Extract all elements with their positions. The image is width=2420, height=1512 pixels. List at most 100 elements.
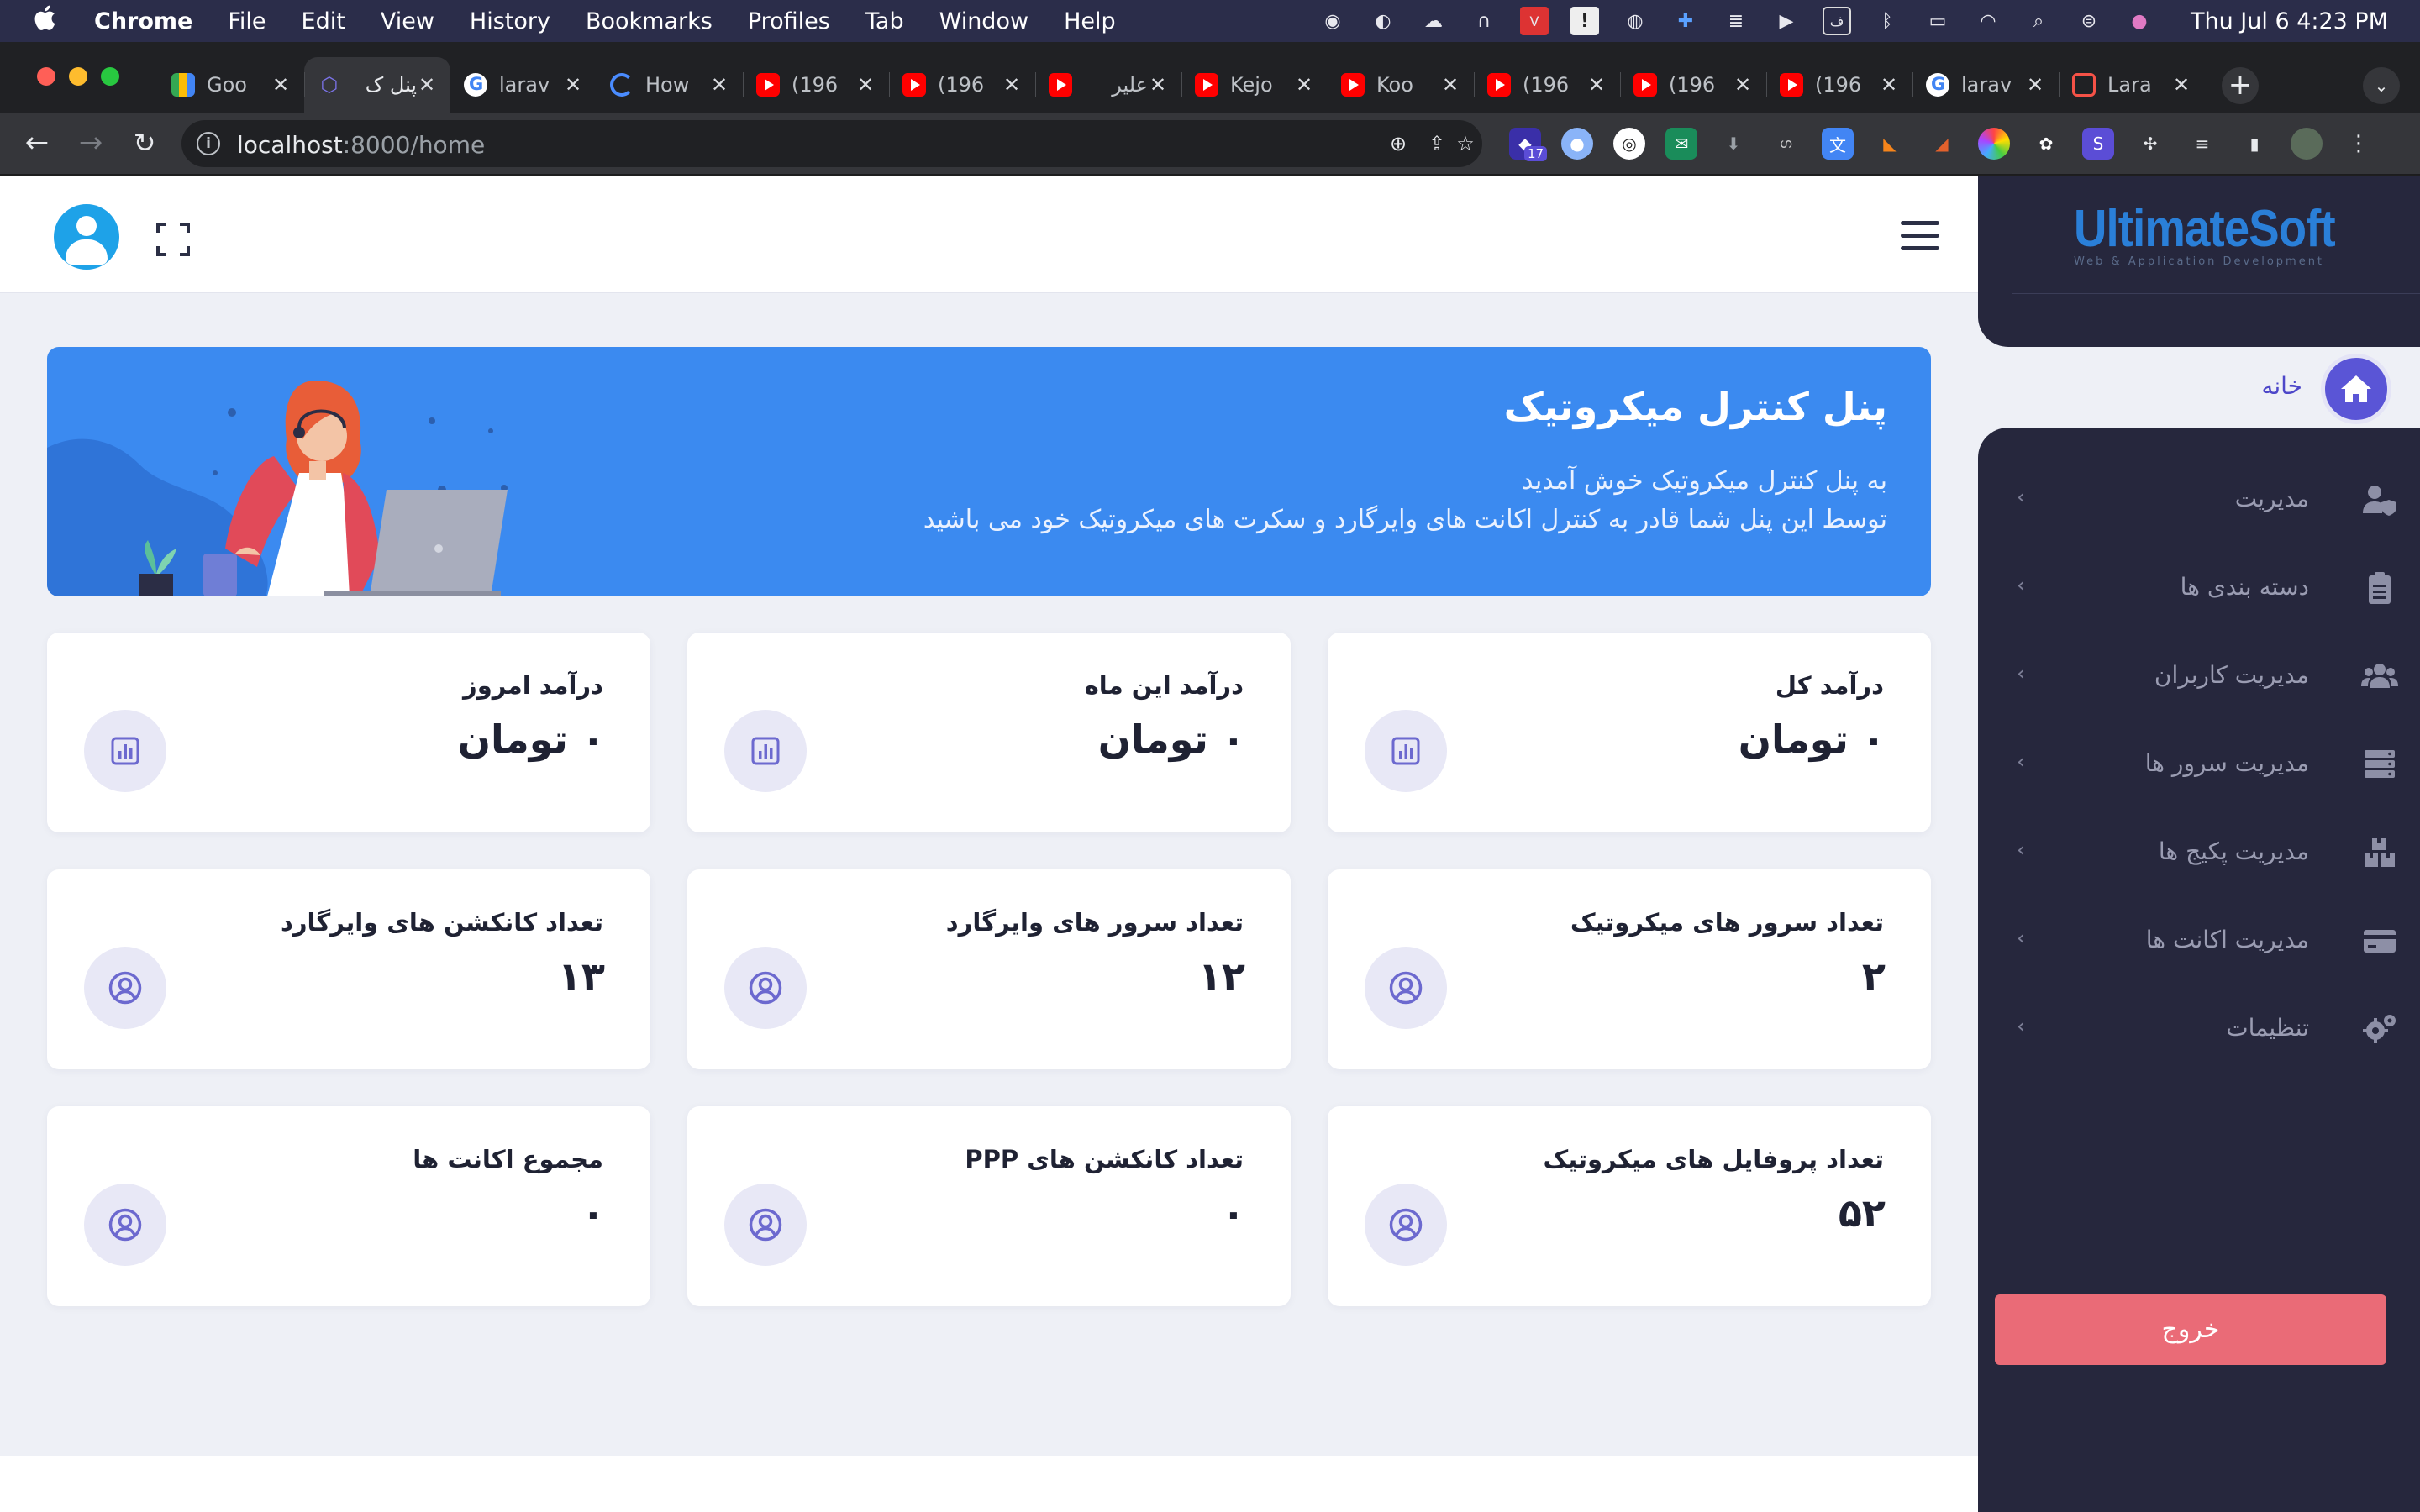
address-bar[interactable]: i localhost:8000/home ⊕ ⇪ ☆ (182, 120, 1482, 167)
menubar-help[interactable]: Help (1064, 8, 1116, 34)
tab-search-chevron-icon[interactable]: ⌄ (2363, 67, 2400, 104)
color-picker-icon[interactable] (1978, 128, 2010, 160)
tab-close-icon[interactable]: ✕ (1733, 73, 1753, 97)
extension-icon[interactable]: ◎ (1613, 128, 1645, 160)
browser-tab[interactable]: (196 ✕ (1766, 57, 1912, 113)
extension-icon[interactable]: S (2082, 128, 2114, 160)
reading-list-icon[interactable]: ≡ (2186, 128, 2218, 160)
download-icon[interactable]: ⬇ (1718, 128, 1749, 160)
tab-close-icon[interactable]: ✕ (1440, 73, 1460, 97)
control-center-icon[interactable]: ⊜ (2075, 7, 2103, 35)
menubar-edit[interactable]: Edit (302, 8, 345, 34)
storage-icon[interactable]: ≣ (1722, 7, 1750, 35)
side-panel-icon[interactable]: ▮ (2238, 128, 2270, 160)
tab-close-icon[interactable]: ✕ (1294, 73, 1314, 97)
browser-tab[interactable]: علیر ✕ (1035, 57, 1181, 113)
forward-arrow-icon[interactable]: → (72, 124, 109, 161)
user-avatar[interactable] (54, 204, 119, 270)
tab-close-icon[interactable]: ✕ (271, 73, 291, 97)
apple-logo-icon[interactable] (34, 5, 67, 37)
browser-tab[interactable]: larav ✕ (450, 57, 597, 113)
notification-badge-icon[interactable]: ◉ (1318, 7, 1347, 35)
reload-icon[interactable]: ↻ (126, 124, 163, 161)
sidebar-item-servers[interactable]: ‹ مدیریت سرور ها (1978, 739, 2420, 790)
extension-icon[interactable]: ◢ (1926, 128, 1958, 160)
shield-icon[interactable]: ◍ (1621, 7, 1649, 35)
sidebar-item-settings[interactable]: ‹ تنظیمات (1978, 1004, 2420, 1054)
alert-icon[interactable]: ! (1570, 7, 1599, 35)
menubar-history[interactable]: History (470, 8, 550, 34)
browser-tab-active[interactable]: ⬡ پنل ک ✕ (304, 57, 450, 113)
more-menu-icon[interactable]: ⋮ (2343, 128, 2375, 160)
browser-tab[interactable]: How ✕ (597, 57, 743, 113)
sidebar-item-management[interactable]: ‹ مدیریت (1978, 475, 2420, 525)
browser-tab[interactable]: larav ✕ (1912, 57, 2059, 113)
extension-icon[interactable]: ✿ (2030, 128, 2062, 160)
headphones-icon[interactable]: ∩ (1470, 7, 1498, 35)
browser-tab[interactable]: (196 ✕ (743, 57, 889, 113)
cloud-icon[interactable]: ☁ (1419, 7, 1448, 35)
menubar-profiles[interactable]: Profiles (748, 8, 830, 34)
browser-tab[interactable]: Lara ✕ (2059, 57, 2205, 113)
tab-close-icon[interactable]: ✕ (2171, 73, 2191, 97)
sidebar-item-packages[interactable]: ‹ مدیریت پکیج ها (1978, 827, 2420, 878)
share-icon[interactable]: ⇪ (1423, 130, 1450, 157)
tab-close-icon[interactable]: ✕ (1002, 73, 1022, 97)
logout-button[interactable]: خروج (1995, 1294, 2386, 1365)
site-info-icon[interactable]: i (197, 132, 220, 155)
extension-icon[interactable]: ഗ (1770, 128, 1802, 160)
wifi-icon[interactable]: ◠ (1974, 7, 2002, 35)
tab-close-icon[interactable]: ✕ (2025, 73, 2045, 97)
browser-tab[interactable]: Koo ✕ (1328, 57, 1474, 113)
search-icon[interactable]: ⌕ (2024, 7, 2053, 35)
menubar-bookmarks[interactable]: Bookmarks (586, 8, 713, 34)
siri-icon[interactable]: ● (2125, 7, 2154, 35)
vpn-icon[interactable]: V (1519, 7, 1549, 35)
window-close-button[interactable] (37, 67, 55, 86)
menubar-tab[interactable]: Tab (865, 8, 904, 34)
keyboard-input-icon[interactable]: ف (1822, 7, 1851, 35)
sidebar-item-categories[interactable]: ‹ دسته بندی ها (1978, 563, 2420, 613)
profile-avatar-icon[interactable] (2291, 128, 2323, 160)
browser-tab[interactable]: (196 ✕ (889, 57, 1035, 113)
tab-close-icon[interactable]: ✕ (417, 73, 437, 97)
back-arrow-icon[interactable]: ← (18, 124, 55, 161)
metamask-icon[interactable]: ◣ (1874, 128, 1906, 160)
menubar-view[interactable]: View (381, 8, 434, 34)
brand-logo[interactable]: UltimateSoft Web & Application Developme… (2074, 199, 2336, 268)
tab-close-icon[interactable]: ✕ (855, 73, 876, 97)
menubar-app-name[interactable]: Chrome (94, 8, 192, 34)
network-icon[interactable]: ✚ (1671, 7, 1700, 35)
zoom-icon[interactable]: ⊕ (1385, 130, 1412, 157)
menubar-file[interactable]: File (228, 8, 266, 34)
new-tab-button[interactable]: + (2222, 67, 2259, 104)
window-minimize-button[interactable] (69, 67, 87, 86)
browser-tab[interactable]: Kejo ✕ (1181, 57, 1328, 113)
tab-close-icon[interactable]: ✕ (1148, 73, 1168, 97)
tab-close-icon[interactable]: ✕ (563, 73, 583, 97)
tab-close-icon[interactable]: ✕ (709, 73, 729, 97)
fullscreen-icon[interactable] (156, 223, 190, 256)
window-zoom-button[interactable] (101, 67, 119, 86)
browser-tab[interactable]: Goo ✕ (158, 57, 304, 113)
extension-icon[interactable]: ✉ (1665, 128, 1697, 160)
battery-icon[interactable]: ▭ (1923, 7, 1952, 35)
menubar-clock[interactable]: Thu Jul 6 4:23 PM (2191, 8, 2388, 34)
url-text[interactable]: localhost:8000/home (237, 131, 485, 159)
extension-icon[interactable]: ● (1561, 128, 1593, 160)
half-circle-icon[interactable]: ◐ (1369, 7, 1397, 35)
translate-icon[interactable]: 文 (1822, 128, 1854, 160)
bookmark-star-icon[interactable]: ☆ (1452, 130, 1479, 157)
browser-tab[interactable]: (196 ✕ (1620, 57, 1766, 113)
sidebar-item-users[interactable]: ‹ مدیریت کاربران (1978, 651, 2420, 701)
sidebar-item-home[interactable]: خانه (1978, 347, 2420, 434)
tab-close-icon[interactable]: ✕ (1586, 73, 1607, 97)
puzzle-icon[interactable]: ✣ (2134, 128, 2166, 160)
tab-close-icon[interactable]: ✕ (1879, 73, 1899, 97)
browser-tab[interactable]: (196 ✕ (1474, 57, 1620, 113)
bluetooth-icon[interactable]: ᛒ (1873, 7, 1902, 35)
play-circle-icon[interactable]: ▶ (1772, 7, 1801, 35)
menu-toggle-icon[interactable] (1901, 221, 1939, 251)
menubar-window[interactable]: Window (939, 8, 1028, 34)
sidebar-item-accounts[interactable]: ‹ مدیریت اکانت ها (1978, 916, 2420, 966)
